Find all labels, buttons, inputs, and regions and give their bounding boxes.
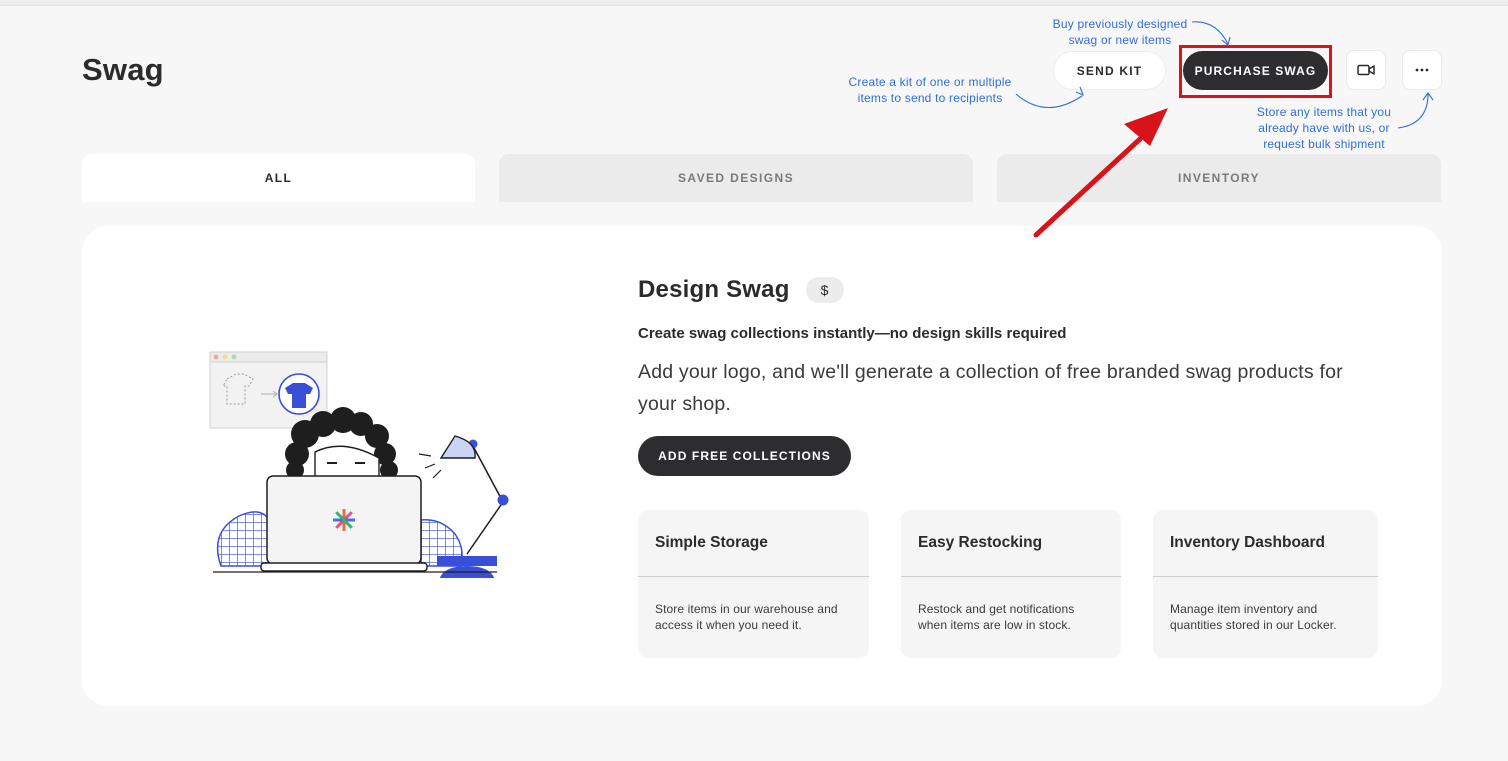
video-button[interactable]	[1346, 50, 1386, 90]
design-swag-section: Design Swag $ Create swag collections in…	[638, 276, 1398, 476]
purchase-highlight-box	[1179, 45, 1332, 98]
design-swag-subtitle: Create swag collections instantly—no des…	[638, 325, 1067, 342]
ellipsis-icon	[1415, 68, 1429, 72]
feature-text: Store items in our warehouse and access …	[655, 602, 838, 632]
hint-curve-arrow	[1397, 93, 1429, 129]
page-title: Swag	[82, 52, 164, 87]
tab-saved-designs[interactable]: SAVED DESIGNS	[499, 154, 973, 202]
tab-inventory[interactable]: INVENTORY	[997, 154, 1441, 202]
add-free-collections-button[interactable]: ADD FREE COLLECTIONS	[638, 436, 851, 476]
more-hint: Store any items that you already have wi…	[1256, 105, 1392, 151]
send-kit-button[interactable]: SEND KIT	[1053, 51, 1166, 90]
send-kit-hint: Create a kit of one or multiple items to…	[848, 75, 1012, 105]
feature-text: Restock and get notifications when items…	[918, 602, 1075, 632]
feature-title: Easy Restocking	[901, 510, 1121, 577]
feature-card-simple-storage: Simple Storage Store items in our wareho…	[638, 510, 869, 658]
hint-curve-arrow	[1015, 93, 1083, 109]
red-arrow-head	[1124, 108, 1168, 146]
design-swag-title: Design Swag	[638, 276, 790, 303]
purchase-hint: Buy previously designed swag or new item…	[1052, 17, 1188, 47]
hint-curve-arrow	[1191, 21, 1229, 45]
hint-arrow-head	[1422, 92, 1434, 101]
feature-title: Inventory Dashboard	[1153, 510, 1378, 577]
feature-card-easy-restocking: Easy Restocking Restock and get notifica…	[901, 510, 1121, 658]
top-border	[0, 0, 1508, 6]
design-swag-description: Add your logo, and we'll generate a coll…	[638, 361, 1343, 415]
feature-title: Simple Storage	[638, 510, 869, 577]
more-options-button[interactable]	[1402, 50, 1442, 90]
designer-illustration	[209, 351, 509, 578]
feature-text: Manage item inventory and quantities sto…	[1170, 602, 1337, 632]
feature-card-inventory-dashboard: Inventory Dashboard Manage item inventor…	[1153, 510, 1378, 658]
tab-all[interactable]: ALL	[82, 154, 475, 202]
price-badge: $	[805, 277, 844, 303]
hint-arrow-head	[1221, 36, 1231, 46]
video-camera-icon	[1357, 64, 1375, 76]
